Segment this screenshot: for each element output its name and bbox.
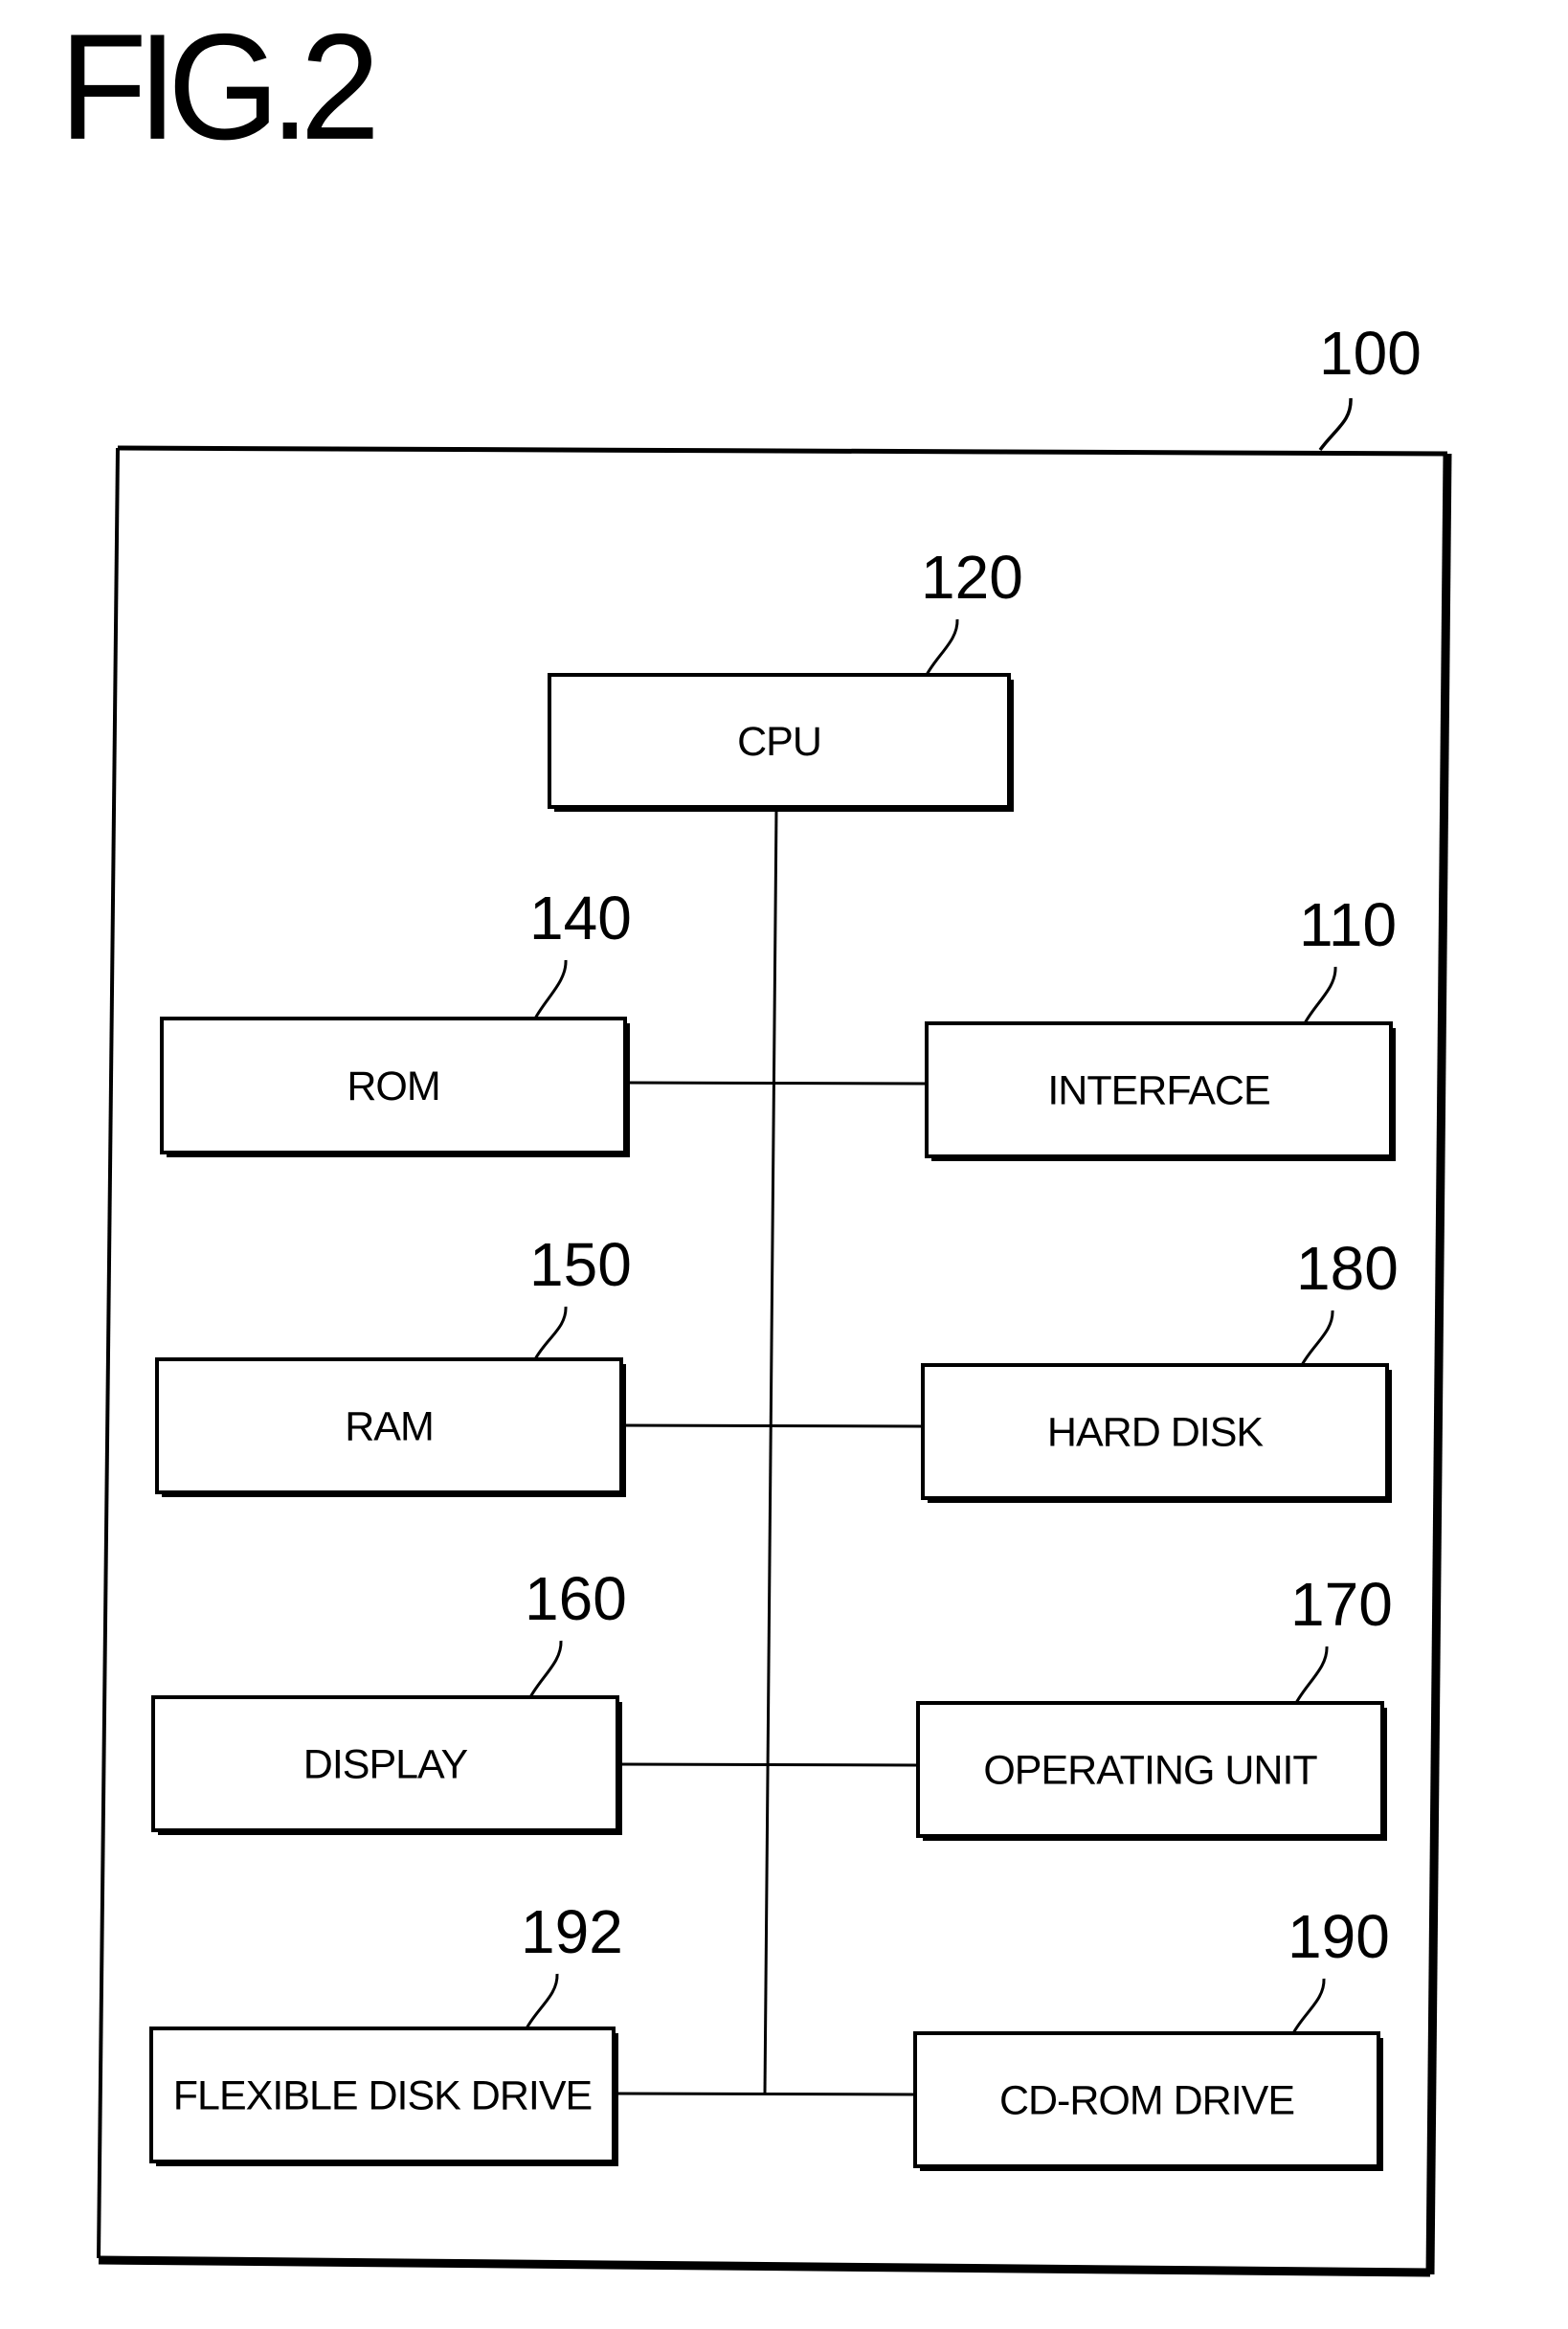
ref-label: 140 bbox=[529, 884, 632, 952]
block-label: FLEXIBLE DISK DRIVE bbox=[173, 2073, 592, 2119]
leader-line-system bbox=[1318, 397, 1353, 452]
block-display: DISPLAY 160 bbox=[151, 1564, 627, 1835]
figure-title: FIG.2 bbox=[59, 3, 373, 171]
ref-label: 192 bbox=[521, 1897, 623, 1966]
block-cd-rom-drive: CD-ROM DRIVE 190 bbox=[913, 1902, 1390, 2171]
block-cpu: CPU 120 bbox=[548, 543, 1023, 812]
bus-branch-rom-interface bbox=[625, 1081, 928, 1086]
block-label: ROM bbox=[347, 1064, 439, 1109]
block-operating-unit: OPERATING UNIT 170 bbox=[916, 1570, 1393, 1841]
ref-label: 190 bbox=[1288, 1902, 1390, 1971]
block-ram: RAM 150 bbox=[155, 1230, 632, 1497]
bus-branch-display-operating bbox=[616, 1762, 919, 1767]
ref-label: 180 bbox=[1296, 1234, 1399, 1303]
ref-label: 170 bbox=[1290, 1570, 1393, 1639]
block-label: RAM bbox=[345, 1404, 434, 1450]
block-rom: ROM 140 bbox=[160, 884, 632, 1157]
leader-line bbox=[1300, 1310, 1334, 1366]
block-label: CD-ROM DRIVE bbox=[999, 2078, 1294, 2124]
leader-line bbox=[1303, 966, 1337, 1024]
block-label: CPU bbox=[737, 719, 821, 765]
ref-label: 160 bbox=[525, 1564, 627, 1633]
ref-label: 110 bbox=[1299, 890, 1397, 959]
system-bus bbox=[613, 808, 928, 2096]
leader-line bbox=[533, 1306, 568, 1360]
ref-label: 120 bbox=[921, 543, 1023, 612]
block-diagram: FIG.2 100 CPU 120 ROM 140 INTERFACE 110 RAM 150… bbox=[59, 3, 1452, 2277]
block-label: HARD DISK bbox=[1047, 1410, 1264, 1456]
ref-label: 150 bbox=[529, 1230, 632, 1299]
bus-branch-ram-harddisk bbox=[620, 1423, 924, 1428]
leader-line bbox=[925, 618, 959, 676]
block-hard-disk: HARD DISK 180 bbox=[921, 1234, 1399, 1503]
block-interface: INTERFACE 110 bbox=[925, 890, 1397, 1161]
block-label: INTERFACE bbox=[1047, 1068, 1269, 1114]
leader-line bbox=[1294, 1646, 1329, 1704]
block-label: OPERATING UNIT bbox=[983, 1748, 1317, 1794]
ref-label-system: 100 bbox=[1319, 319, 1422, 388]
leader-line bbox=[1291, 1978, 1326, 2034]
block-label: DISPLAY bbox=[303, 1742, 468, 1788]
leader-line bbox=[528, 1640, 563, 1698]
leader-line bbox=[533, 959, 568, 1019]
block-flexible-disk-drive: FLEXIBLE DISK DRIVE 192 bbox=[149, 1897, 623, 2166]
bus-trunk bbox=[763, 808, 778, 2094]
leader-line bbox=[525, 1973, 559, 2029]
